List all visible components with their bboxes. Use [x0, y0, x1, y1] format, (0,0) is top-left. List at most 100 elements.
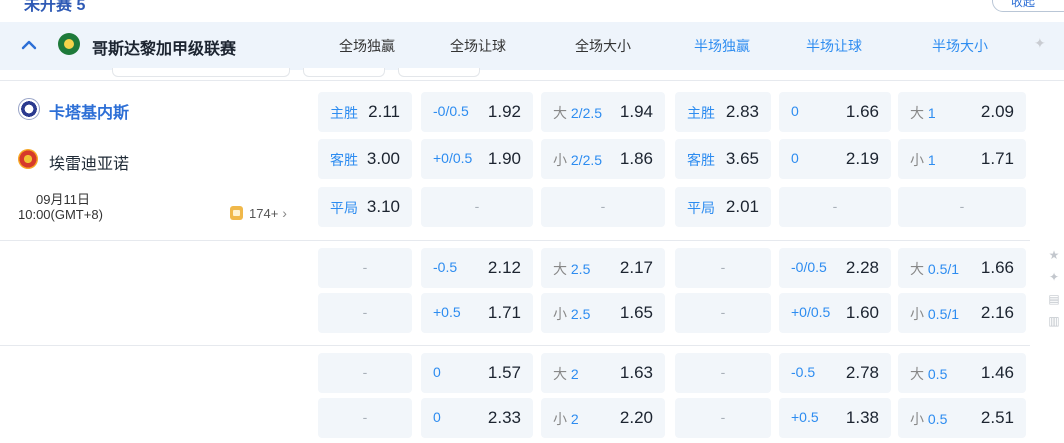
odds-value: 2.83 — [725, 102, 759, 121]
odds-line-value: 主胜 — [330, 105, 358, 121]
odds-cell[interactable]: +0/0.5 1.60 — [779, 293, 891, 333]
tab-placeholder — [398, 68, 480, 77]
odds-cell: - — [318, 353, 412, 393]
odds-cell[interactable]: 大 0.5 1.46 — [898, 353, 1026, 393]
odds-cell[interactable]: 客胜 3.00 — [318, 139, 412, 179]
odds-line: 大 0.5/1 — [910, 259, 959, 279]
odds-cell[interactable]: 大 0.5/1 1.66 — [898, 248, 1026, 288]
collapse-all-button[interactable]: 收起 — [992, 0, 1064, 12]
league-name: 哥斯达黎加甲级联赛 — [92, 41, 237, 58]
column-header-ft-1x2: 全场独赢 — [339, 38, 395, 54]
scoreboard-icon[interactable]: ▤ — [1044, 292, 1064, 314]
odds-cell[interactable]: 客胜 3.65 — [675, 139, 771, 179]
stats-icon[interactable]: ▥ — [1044, 314, 1064, 336]
odds-line-value: +0/0.5 — [791, 304, 831, 320]
odds-unavailable: - — [720, 304, 726, 320]
odds-cell[interactable]: 0 2.33 — [421, 398, 533, 438]
odds-cell[interactable]: 0 2.19 — [779, 139, 891, 179]
divider — [0, 345, 1030, 346]
away-team-name[interactable]: 埃雷迪亚诺 — [49, 150, 129, 174]
odds-value: 2.51 — [980, 408, 1014, 427]
odds-line: 主胜 — [330, 103, 358, 123]
odds-line: 小 2 — [553, 409, 579, 429]
column-header-ht-total: 半场大小 — [932, 38, 988, 54]
side-toolbar: ★ ✦ ▤ ▥ — [1044, 248, 1064, 336]
odds-cell[interactable]: 0 1.57 — [421, 353, 533, 393]
tab-placeholder — [112, 68, 290, 77]
odds-cell[interactable]: 小 2 2.20 — [541, 398, 665, 438]
chevron-up-icon[interactable] — [18, 34, 40, 56]
odds-cell[interactable]: 平局 2.01 — [675, 187, 771, 227]
odds-line: +0.5 — [791, 409, 819, 425]
odds-line: 平局 — [687, 198, 715, 218]
odds-line: 小 2.5 — [553, 304, 590, 324]
odds-cell[interactable]: 小 0.5 2.51 — [898, 398, 1026, 438]
pin-icon[interactable]: ✦ — [1034, 35, 1046, 52]
odds-line-value: -0.5 — [791, 364, 816, 380]
over-under-prefix: 大 — [910, 366, 924, 382]
odds-line-value: 0.5/1 — [927, 261, 960, 277]
odds-cell: - — [318, 398, 412, 438]
odds-line: 客胜 — [687, 150, 715, 170]
odds-cell[interactable]: -0.5 2.12 — [421, 248, 533, 288]
odds-cell[interactable]: 大 1 2.09 — [898, 92, 1026, 132]
odds-line-value: 0 — [433, 409, 441, 425]
odds-cell[interactable]: 小 2.5 1.65 — [541, 293, 665, 333]
odds-line-value: 平局 — [330, 200, 358, 216]
odds-cell: - — [318, 293, 412, 333]
odds-cell[interactable]: +0.5 1.71 — [421, 293, 533, 333]
odds-value: 3.10 — [366, 197, 400, 216]
odds-cell[interactable]: 大 2.5 2.17 — [541, 248, 665, 288]
odds-cell[interactable]: 0 1.66 — [779, 92, 891, 132]
pin-icon[interactable]: ✦ — [1044, 270, 1064, 292]
odds-cell[interactable]: -0/0.5 2.28 — [779, 248, 891, 288]
odds-cell[interactable]: 平局 3.10 — [318, 187, 412, 227]
odds-cell[interactable]: 小 0.5/1 2.16 — [898, 293, 1026, 333]
more-markets-link[interactable]: 174+ › — [230, 205, 287, 221]
odds-cell[interactable]: 大 2/2.5 1.94 — [541, 92, 665, 132]
odds-cell[interactable]: +0.5 1.38 — [779, 398, 891, 438]
odds-cell[interactable]: +0/0.5 1.90 — [421, 139, 533, 179]
match-time: 10:00(GMT+8) — [18, 207, 103, 222]
odds-value: 1.66 — [980, 258, 1014, 277]
odds-line-value: 2 — [570, 366, 579, 382]
odds-cell[interactable]: 主胜 2.83 — [675, 92, 771, 132]
odds-cell[interactable]: -0.5 2.78 — [779, 353, 891, 393]
odds-value: 2.09 — [980, 102, 1014, 121]
home-team-name[interactable]: 卡塔基内斯 — [49, 99, 129, 123]
odds-cell[interactable]: 小 1 1.71 — [898, 139, 1026, 179]
league-header[interactable]: 哥斯达黎加甲级联赛 全场独赢 全场让球 全场大小 半场独赢 半场让球 半场大小 … — [0, 22, 1064, 70]
odds-line-value: 客胜 — [330, 152, 358, 168]
league-logo — [58, 33, 80, 55]
over-under-prefix: 大 — [910, 105, 924, 121]
section-title: 未开赛 5 — [24, 0, 86, 14]
over-under-prefix: 小 — [553, 152, 567, 168]
over-under-prefix: 小 — [553, 411, 567, 427]
odds-cell: - — [898, 187, 1026, 227]
odds-line: 大 2.5 — [553, 259, 590, 279]
odds-line: 客胜 — [330, 150, 358, 170]
odds-unavailable: - — [720, 409, 726, 425]
odds-line: 大 0.5 — [910, 364, 947, 384]
odds-value: 1.60 — [845, 303, 879, 322]
odds-cell[interactable]: -0/0.5 1.92 — [421, 92, 533, 132]
odds-line-value: 2/2.5 — [570, 152, 603, 168]
odds-cell[interactable]: 大 2 1.63 — [541, 353, 665, 393]
odds-value: 1.63 — [619, 363, 653, 382]
odds-line-value: 1 — [927, 105, 936, 121]
odds-cell: - — [675, 398, 771, 438]
odds-line: 平局 — [330, 198, 358, 218]
odds-value: 2.11 — [368, 102, 400, 121]
odds-cell: - — [541, 187, 665, 227]
odds-cell[interactable]: 主胜 2.11 — [318, 92, 412, 132]
odds-value: 1.86 — [619, 149, 653, 168]
odds-line-value: -0/0.5 — [433, 103, 469, 119]
over-under-prefix: 大 — [553, 261, 567, 277]
odds-line: 大 2 — [553, 364, 579, 384]
odds-line-value: +0/0.5 — [433, 150, 473, 166]
odds-cell: - — [318, 248, 412, 288]
odds-unavailable: - — [959, 198, 965, 214]
odds-cell[interactable]: 小 2/2.5 1.86 — [541, 139, 665, 179]
star-icon[interactable]: ★ — [1044, 248, 1064, 270]
odds-line-value: 0.5 — [927, 411, 948, 427]
